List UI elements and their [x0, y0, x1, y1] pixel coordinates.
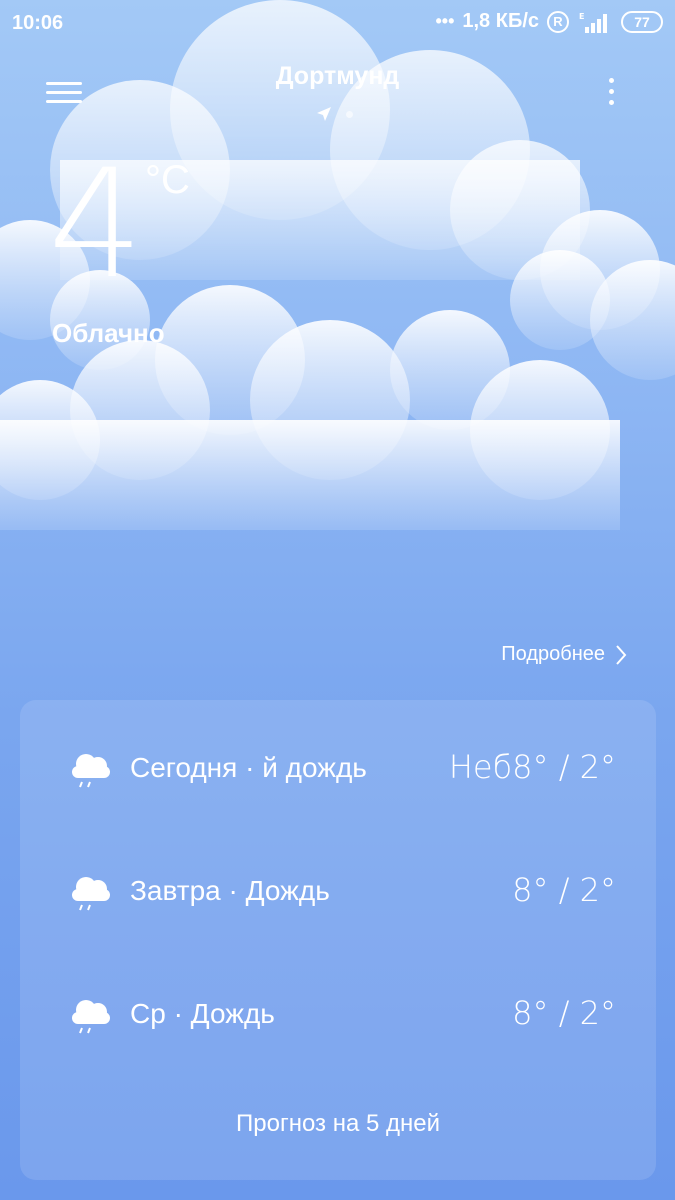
forecast-day-label: Сегодня · й дождь [130, 752, 367, 783]
forecast-row-tomorrow[interactable]: Завтра · Дождь 8° / 2° [20, 867, 656, 927]
forecast-day-temps: 8° / 2° [512, 994, 616, 1032]
page-dot [346, 110, 353, 118]
roaming-icon: R [547, 10, 569, 33]
location-arrow-icon [317, 107, 331, 121]
status-indicators: ••• 1,8 КБ/с R E 77 [435, 10, 663, 33]
forecast-day-temps: 8° / 2° [512, 871, 616, 909]
temperature-unit: °C [145, 158, 190, 202]
details-label: Подробнее [501, 643, 605, 665]
forecast-row-wednesday[interactable]: Ср · Дождь 8° / 2° [20, 990, 656, 1050]
rain-cloud-icon [72, 1000, 110, 1034]
more-dots-icon: ••• [435, 11, 455, 31]
rain-cloud-icon [72, 754, 110, 788]
page-indicator [316, 106, 353, 122]
details-link[interactable]: Подробнее [501, 643, 627, 666]
forecast-card: Сегодня · й дождь Неб8° / 2° Завтра · До… [20, 700, 656, 1180]
five-day-forecast-button[interactable]: Прогноз на 5 дней [20, 1110, 656, 1138]
network-speed: 1,8 КБ/с [462, 10, 539, 32]
more-options-button[interactable] [603, 78, 619, 114]
status-time: 10:06 [12, 12, 64, 34]
forecast-day-label: Завтра · Дождь [130, 875, 330, 906]
current-condition: Облачно [52, 318, 165, 348]
battery-icon: 77 [621, 10, 663, 33]
svg-text:E: E [579, 12, 584, 21]
city-name: Дортмунд [275, 62, 400, 90]
forecast-day-label: Ср · Дождь [130, 998, 275, 1029]
chevron-right-icon [616, 644, 627, 665]
forecast-row-today[interactable]: Сегодня · й дождь Неб8° / 2° [20, 744, 656, 804]
signal-icon: E [579, 12, 607, 33]
current-temperature: 4 [48, 138, 144, 312]
rain-cloud-icon [72, 877, 110, 911]
status-bar: 10:06 ••• 1,8 КБ/с R E 77 [0, 0, 675, 48]
top-bar: Дортмунд [0, 56, 675, 136]
forecast-day-temps: Неб8° / 2° [448, 748, 616, 786]
